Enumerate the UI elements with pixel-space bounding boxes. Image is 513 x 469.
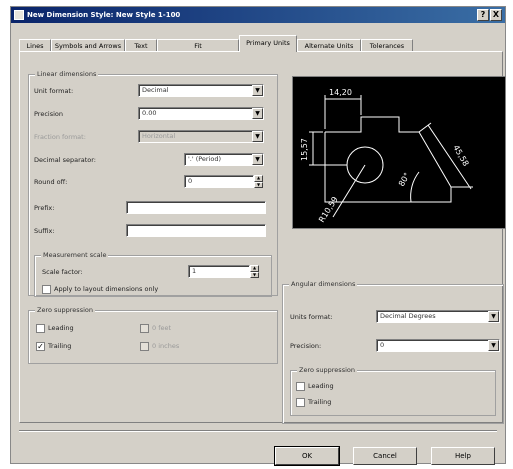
button-divider (19, 430, 497, 432)
leading-checkbox[interactable] (36, 324, 45, 333)
prefix-input[interactable] (126, 201, 266, 214)
trailing-label: Trailing (48, 342, 72, 350)
zero-suppression-linear-label: Zero suppression (35, 306, 95, 314)
scale-factor-spinner[interactable]: ▲ ▼ (250, 265, 259, 278)
zero-suppression-linear-group: Zero suppression (28, 306, 278, 364)
dimension-style-dialog: New Dimension Style: New Style 1-100 ? X… (10, 6, 506, 466)
leading-label: Leading (48, 324, 74, 332)
angular-leading-checkbox[interactable] (296, 382, 305, 391)
angular-leading-label: Leading (308, 382, 334, 390)
angular-trailing-checkbox[interactable] (296, 398, 305, 407)
chevron-down-icon: ▼ (252, 131, 263, 142)
angular-precision-select[interactable]: 0 ▼ (376, 339, 500, 352)
spin-down-icon: ▼ (250, 271, 259, 278)
trailing-checkbox[interactable]: ✓ (36, 342, 45, 351)
spin-down-icon: ▼ (254, 181, 263, 188)
fraction-format-label: Fraction format: (34, 133, 86, 141)
suffix-label: Suffix: (34, 227, 55, 235)
help-button[interactable]: Help (431, 447, 495, 465)
angular-zero-suppression-group: Zero suppression (290, 366, 496, 416)
chevron-down-icon: ▼ (252, 85, 263, 96)
scale-factor-label: Scale factor: (42, 268, 83, 276)
precision-select[interactable]: 0.00 ▼ (138, 107, 264, 120)
apply-layout-checkbox[interactable] (42, 285, 51, 294)
angular-precision-label: Precision: (290, 342, 322, 350)
prefix-label: Prefix: (34, 204, 55, 212)
close-icon[interactable]: X (490, 9, 502, 21)
dim-angle-text: 80° (397, 171, 412, 188)
part-outline (324, 116, 452, 203)
measurement-scale-label: Measurement scale (41, 251, 109, 259)
ok-button[interactable]: OK (274, 446, 340, 466)
round-off-spinner[interactable]: ▲ ▼ (254, 175, 263, 188)
primary-units-panel: Linear dimensions Unit format: Decimal ▼ … (19, 51, 506, 424)
help-icon[interactable]: ? (477, 9, 489, 21)
round-off-label: Round off: (34, 178, 68, 186)
angular-units-format-label: Units format: (290, 313, 333, 321)
fraction-format-select[interactable]: Horizontal ▼ (138, 130, 264, 143)
preview-drawing: 14,20 15,57 45,58 80° R10,59 (300, 88, 473, 224)
angular-zero-suppression-label: Zero suppression (297, 366, 357, 374)
angular-trailing-label: Trailing (308, 398, 332, 406)
precision-label: Precision (34, 110, 64, 118)
unit-format-label: Unit format: (34, 87, 74, 95)
inches-label: 0 inches (152, 342, 180, 350)
dim-left-text: 15,57 (300, 138, 309, 161)
scale-factor-input[interactable]: 1 (188, 265, 250, 278)
suffix-input[interactable] (126, 224, 266, 237)
window-title: New Dimension Style: New Style 1-100 (27, 11, 181, 19)
angular-units-format-select[interactable]: Decimal Degrees ▼ (376, 310, 500, 323)
feet-checkbox[interactable] (140, 324, 149, 333)
dim-radius-text: R10,59 (317, 195, 340, 224)
apply-layout-label: Apply to layout dimensions only (54, 285, 159, 293)
app-icon (14, 10, 24, 20)
round-off-input[interactable]: 0 (184, 175, 254, 188)
inches-checkbox[interactable] (140, 342, 149, 351)
title-bar: New Dimension Style: New Style 1-100 ? X (11, 7, 505, 23)
angle-arc (410, 171, 420, 203)
dim-top-text: 14,20 (329, 88, 352, 97)
unit-format-select[interactable]: Decimal ▼ (138, 84, 264, 97)
angular-dimensions-label: Angular dimensions (289, 280, 358, 288)
chevron-down-icon: ▼ (252, 154, 263, 165)
decimal-separator-label: Decimal separator: (34, 156, 96, 164)
decimal-separator-select[interactable]: '.' (Period) ▼ (184, 153, 264, 166)
chevron-down-icon: ▼ (488, 340, 499, 351)
linear-dimensions-label: Linear dimensions (35, 70, 99, 78)
chevron-down-icon: ▼ (252, 108, 263, 119)
cancel-button[interactable]: Cancel (353, 447, 417, 465)
feet-label: 0 feet (152, 324, 172, 332)
dimension-preview: 14,20 15,57 45,58 80° R10,59 (292, 76, 506, 229)
chevron-down-icon: ▼ (488, 311, 499, 322)
tab-primary-units[interactable]: Primary Units (239, 35, 297, 52)
